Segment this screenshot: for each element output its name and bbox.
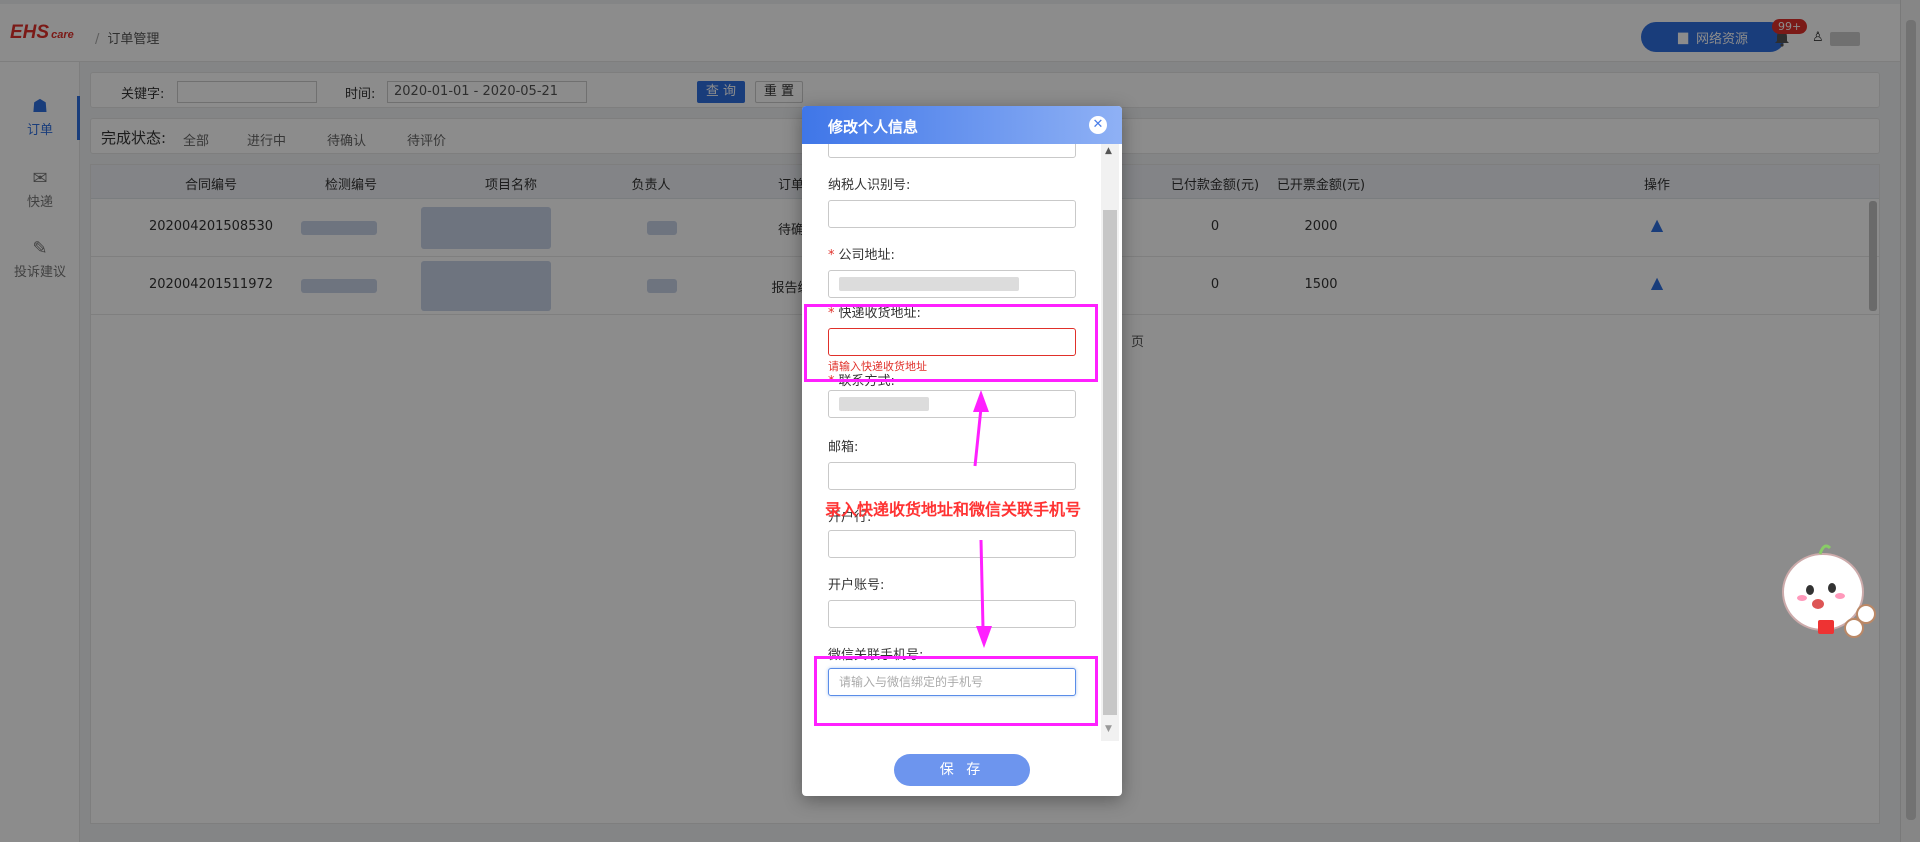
hidden-field-input[interactable] <box>828 144 1076 158</box>
bank-account-input[interactable] <box>828 600 1076 628</box>
scroll-down-icon[interactable]: ▼ <box>1105 724 1112 734</box>
highlight-wechat-phone <box>814 656 1098 726</box>
field-label-tax-id: 纳税人识别号: <box>828 178 911 193</box>
tax-id-input[interactable] <box>828 200 1076 228</box>
field-label-company-address: * 公司地址: <box>828 248 895 263</box>
bank-input[interactable] <box>828 530 1076 558</box>
field-label-bank-account: 开户账号: <box>828 578 885 593</box>
modal-scrollbar-thumb[interactable] <box>1103 210 1117 715</box>
scroll-up-icon[interactable]: ▲ <box>1105 146 1112 156</box>
contact-input[interactable] <box>828 390 1076 418</box>
contact-redacted <box>839 397 929 411</box>
company-address-input[interactable] <box>828 270 1076 298</box>
company-address-redacted <box>839 277 1019 291</box>
highlight-delivery-address <box>804 304 1098 382</box>
close-icon[interactable]: ✕ <box>1089 116 1107 134</box>
modal-body: 纳税人识别号: * 公司地址: * 快递收货地址: 请输入快递收货地址 * 联系方式:… <box>802 144 1122 741</box>
modal-scrollbar[interactable]: ▲ ▼ <box>1101 144 1119 741</box>
modal-title: 修改个人信息 <box>828 118 919 136</box>
mascot-image[interactable] <box>1768 530 1888 650</box>
email-input[interactable] <box>828 462 1076 490</box>
annotation-text: 录入快递收货地址和微信关联手机号 <box>825 500 1082 519</box>
modal-header: 修改个人信息 ✕ <box>802 106 1122 144</box>
save-button[interactable]: 保 存 <box>894 754 1030 786</box>
field-label-email: 邮箱: <box>828 440 859 455</box>
